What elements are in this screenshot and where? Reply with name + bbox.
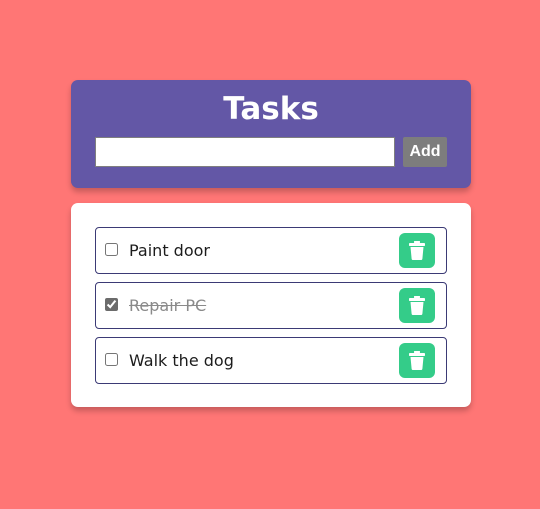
- task-list: Paint door Repair PC Walk the dog: [95, 227, 447, 392]
- task-text: Repair PC: [129, 296, 207, 315]
- task-checkbox[interactable]: [105, 353, 118, 366]
- delete-button[interactable]: [399, 288, 435, 323]
- delete-button[interactable]: [399, 343, 435, 378]
- task-checkbox[interactable]: [105, 243, 118, 256]
- task-text: Paint door: [129, 241, 210, 260]
- trash-icon: [409, 241, 425, 260]
- task-item: Repair PC: [95, 282, 447, 329]
- task-text: Walk the dog: [129, 351, 234, 370]
- page-title: Tasks: [223, 91, 319, 127]
- trash-icon: [409, 296, 425, 315]
- header-card: Tasks Add: [71, 80, 471, 188]
- task-input[interactable]: [95, 137, 395, 167]
- task-item: Walk the dog: [95, 337, 447, 384]
- task-list-card: Paint door Repair PC Walk the dog: [71, 203, 471, 407]
- trash-icon: [409, 351, 425, 370]
- task-checkbox[interactable]: [105, 298, 118, 311]
- task-item: Paint door: [95, 227, 447, 274]
- add-button[interactable]: Add: [403, 137, 447, 167]
- delete-button[interactable]: [399, 233, 435, 268]
